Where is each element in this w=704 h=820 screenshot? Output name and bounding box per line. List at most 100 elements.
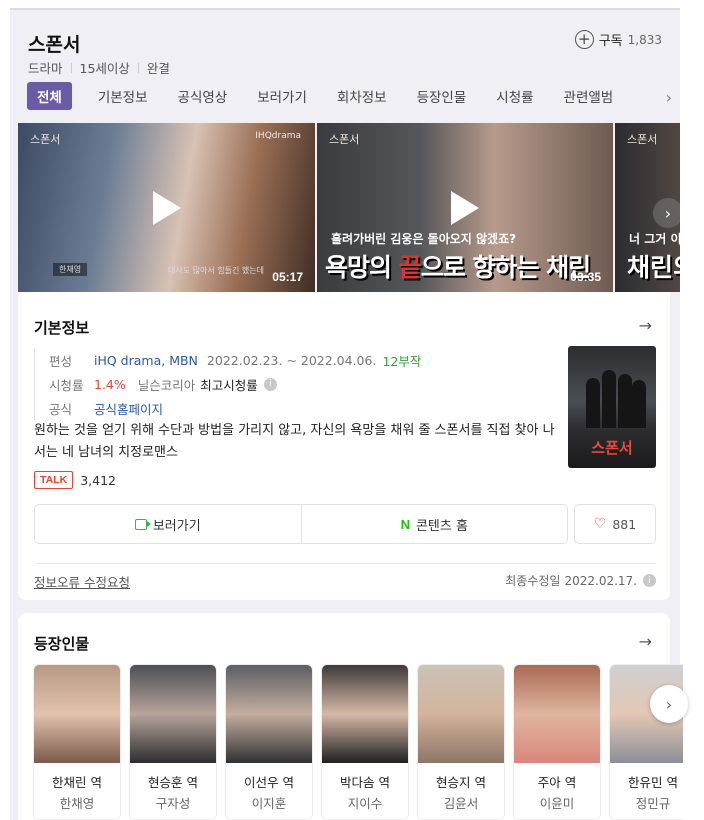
cast-role: 현승훈 역 (148, 775, 198, 790)
tab-bar: 전체 기본정보 공식영상 보러가기 회차정보 등장인물 시청률 관련앨범 (27, 82, 643, 110)
tab-cast[interactable]: 등장인물 (417, 86, 467, 106)
channel-link[interactable]: iHQ drama, MBN (94, 353, 198, 368)
cast-card: 등장인물 → 한채린 역 한채영 현승훈 역 구자성 이선우 역 이지훈 박다솜… (18, 613, 683, 820)
tab-watch[interactable]: 보러가기 (257, 86, 307, 106)
report-error-link[interactable]: 정보오류 수정요청 (34, 572, 130, 591)
cast-actor: 한채영 (59, 796, 95, 811)
last-updated: 최종수정일 2022.02.17. i (505, 572, 656, 589)
cast-actor: 정민규 (635, 796, 671, 811)
naver-n-icon: N (400, 516, 410, 532)
video-logo: 스폰서 (627, 133, 658, 146)
cast-role: 한유민 역 (628, 775, 678, 790)
subscribe-count: 1,833 (627, 32, 662, 47)
info-rows: 편성 iHQ drama, MBN 2022.02.23. ~ 2022.04.… (34, 348, 421, 420)
like-count: 881 (612, 516, 637, 532)
tab-all[interactable]: 전체 (27, 82, 72, 110)
video-caption-big: 욕망의 끝으로 향하는 채린 (325, 248, 591, 284)
video-caption-part: 욕망의 (325, 253, 399, 282)
rating-value: 1.4% (94, 376, 126, 392)
meta-status: 완결 (146, 61, 170, 76)
video-caption-highlight: 끝 (398, 253, 422, 282)
rating-label: 시청률 (49, 377, 84, 393)
arrow-right-icon[interactable]: → (639, 316, 652, 335)
video-duration: 03:35 (570, 270, 601, 284)
section-title: 기본정보 (34, 319, 90, 337)
play-icon[interactable] (451, 190, 479, 225)
rating-row: 시청률 1.4% 닐슨코리아 최고시청률 i (49, 372, 421, 396)
cast-actor: 지이수 (347, 796, 383, 811)
cast-role: 주아 역 (537, 775, 577, 790)
episode-count[interactable]: 12부작 (382, 351, 421, 370)
poster-figure (586, 378, 600, 428)
action-buttons: 보러가기 N 콘텐츠 홈 (34, 504, 568, 544)
section-title: 등장인물 (34, 635, 90, 653)
video-carousel: 스폰서 IHQdrama 한채영 대사도 많아서 힘들긴 했는데 05:17 스… (18, 123, 680, 292)
video-thumbnail[interactable]: 스폰서 흘려가버린 김웅은 돌아오지 않겠죠? 욕망의 끝으로 향하는 채린 0… (317, 123, 613, 292)
divider (34, 563, 656, 564)
talk-link[interactable]: TALK 3,412 (34, 471, 116, 489)
updated-date: 2022.02.17. (564, 573, 637, 588)
cast-list: 한채린 역 한채영 현승훈 역 구자성 이선우 역 이지훈 박다솜 역 지이수 … (33, 664, 683, 820)
watch-button[interactable]: 보러가기 (35, 505, 301, 543)
cast-member[interactable]: 현승훈 역 구자성 (129, 664, 217, 820)
official-row: 공식 공식홈페이지 (49, 396, 421, 420)
cast-photo (226, 665, 312, 763)
rating-source: 닐슨코리아 (137, 377, 196, 393)
cast-photo (322, 665, 408, 763)
cast-member[interactable]: 박다솜 역 지이수 (321, 664, 409, 820)
poster-figure (602, 370, 616, 428)
chevron-right-icon[interactable]: › (666, 88, 672, 107)
heart-icon: ♡ (593, 516, 607, 532)
tab-ratings[interactable]: 시청률 (496, 86, 533, 106)
cast-member[interactable]: 주아 역 이윤미 (513, 664, 601, 820)
broadcast-period: 2022.02.23. ~ 2022.04.06. (206, 352, 377, 368)
chevron-right-icon[interactable]: › (650, 685, 688, 723)
like-button[interactable]: ♡ 881 (574, 504, 656, 544)
video-caption-text: 대사도 많아서 힘들긴 했는데 (168, 266, 264, 275)
cast-actor: 김윤서 (443, 796, 479, 811)
cast-member[interactable]: 한채린 역 한채영 (33, 664, 121, 820)
content-home-button[interactable]: N 콘텐츠 홈 (300, 505, 568, 543)
tab-albums[interactable]: 관련앨범 (564, 86, 614, 106)
cast-photo (130, 665, 216, 763)
rating-note: 최고시청률 (200, 377, 258, 393)
arrow-right-icon[interactable]: → (639, 632, 652, 651)
video-logo: 스폰서 (329, 133, 360, 146)
video-icon (134, 518, 151, 530)
video-thumbnail[interactable]: 스폰서 IHQdrama 한채영 대사도 많아서 힘들긴 했는데 05:17 (18, 123, 315, 292)
subscribe-button[interactable]: + 구독 1,833 (574, 30, 662, 49)
info-icon[interactable]: i (263, 377, 277, 391)
poster-title: 스폰서 (591, 439, 633, 457)
cast-actor: 구자성 (155, 796, 191, 811)
info-icon[interactable]: i (643, 574, 656, 587)
tab-episodes[interactable]: 회차정보 (337, 86, 387, 106)
video-caption-big: 채린의 (627, 253, 680, 282)
video-caption-small: 흘려가버린 김웅은 돌아오지 않겠죠? (331, 232, 517, 246)
description: 원하는 것을 얻기 위해 수단과 방법을 가리지 않고, 자신의 욕망을 채워 … (34, 423, 555, 460)
cast-member[interactable]: 현승지 역 김윤서 (417, 664, 505, 820)
divider (70, 62, 72, 73)
cast-role: 박다솜 역 (340, 775, 390, 790)
tab-official-video[interactable]: 공식영상 (178, 86, 228, 106)
cast-member[interactable]: 이선우 역 이지훈 (225, 664, 313, 820)
official-homepage-link[interactable]: 공식홈페이지 (94, 399, 163, 418)
content-home-label: 콘텐츠 홈 (415, 518, 468, 534)
poster-image[interactable]: 스폰서 (568, 346, 656, 468)
basic-info-card: 기본정보 → 편성 iHQ drama, MBN 2022.02.23. ~ 2… (18, 292, 670, 600)
cast-role: 현승지 역 (436, 775, 486, 790)
video-logo: 스폰서 (30, 133, 61, 146)
broadcast-row: 편성 iHQ drama, MBN 2022.02.23. ~ 2022.04.… (49, 348, 421, 372)
watch-button-label: 보러가기 (152, 518, 201, 534)
meta-genre: 드라마 (28, 61, 63, 76)
play-icon[interactable] (152, 190, 181, 225)
cast-photo (514, 665, 600, 763)
video-caption-name: 한채영 (53, 263, 88, 276)
cast-role: 이선우 역 (244, 775, 294, 790)
official-label: 공식 (49, 401, 73, 417)
tab-basic-info[interactable]: 기본정보 (98, 86, 148, 106)
divider (137, 62, 139, 73)
meta-info: 드라마 15세이상 완결 (28, 58, 170, 77)
chevron-right-icon[interactable]: › (653, 198, 680, 228)
talk-badge: TALK (34, 471, 74, 489)
video-caption-small: 너 그거 이 (629, 232, 680, 246)
